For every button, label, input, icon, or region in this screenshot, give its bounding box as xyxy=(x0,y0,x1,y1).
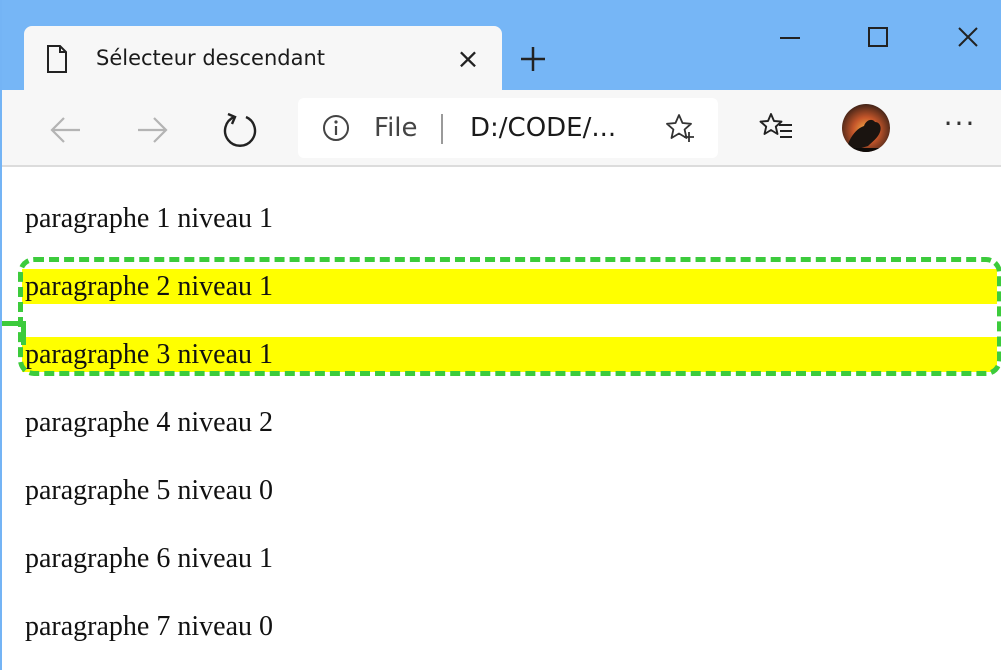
profile-avatar[interactable] xyxy=(842,104,890,152)
close-icon xyxy=(958,27,978,47)
url-text[interactable]: D:/CODE/... xyxy=(470,113,616,143)
browser-toolbar: File D:/CODE/... ··· xyxy=(2,90,1001,167)
minimize-button[interactable] xyxy=(762,18,818,58)
maximize-icon xyxy=(868,27,888,47)
minimize-icon xyxy=(780,37,800,39)
info-icon[interactable] xyxy=(322,114,350,142)
maximize-button[interactable] xyxy=(850,18,906,58)
star-add-icon[interactable] xyxy=(664,112,696,144)
page-content: paragraphe 1 niveau 1 paragraphe 2 nivea… xyxy=(2,169,1001,670)
tab-title: Sélecteur descendant xyxy=(96,46,326,70)
arrow-right-icon xyxy=(138,117,168,143)
selection-annotation-frame xyxy=(18,257,1001,376)
annotation-bracket xyxy=(2,321,26,345)
ellipsis-icon[interactable]: ··· xyxy=(940,110,980,142)
address-separator xyxy=(441,114,443,144)
reload-button[interactable] xyxy=(220,110,260,150)
favorites-icon[interactable] xyxy=(758,110,794,146)
close-window-button[interactable] xyxy=(940,18,996,58)
browser-tab[interactable]: Sélecteur descendant × xyxy=(24,26,502,92)
back-button[interactable] xyxy=(46,110,86,150)
scheme-label: File xyxy=(374,113,418,143)
tab-close-icon[interactable]: × xyxy=(454,45,482,73)
forward-button[interactable] xyxy=(132,110,172,150)
paragraph: paragraphe 1 niveau 1 xyxy=(25,203,273,234)
plus-icon xyxy=(521,47,545,71)
arrow-left-icon xyxy=(50,117,80,143)
paragraph: paragraphe 7 niveau 0 xyxy=(25,611,273,642)
paragraph: paragraphe 6 niveau 1 xyxy=(25,543,273,574)
paragraph: paragraphe 5 niveau 0 xyxy=(25,475,273,506)
reload-icon xyxy=(223,112,257,147)
page-icon xyxy=(46,45,68,73)
title-bar: Sélecteur descendant × xyxy=(2,0,1001,92)
browser-window: Sélecteur descendant × File D:/CODE/... … xyxy=(0,0,1001,670)
address-bar[interactable]: File D:/CODE/... xyxy=(298,98,718,158)
new-tab-button[interactable] xyxy=(515,41,551,77)
paragraph: paragraphe 4 niveau 2 xyxy=(25,407,273,438)
